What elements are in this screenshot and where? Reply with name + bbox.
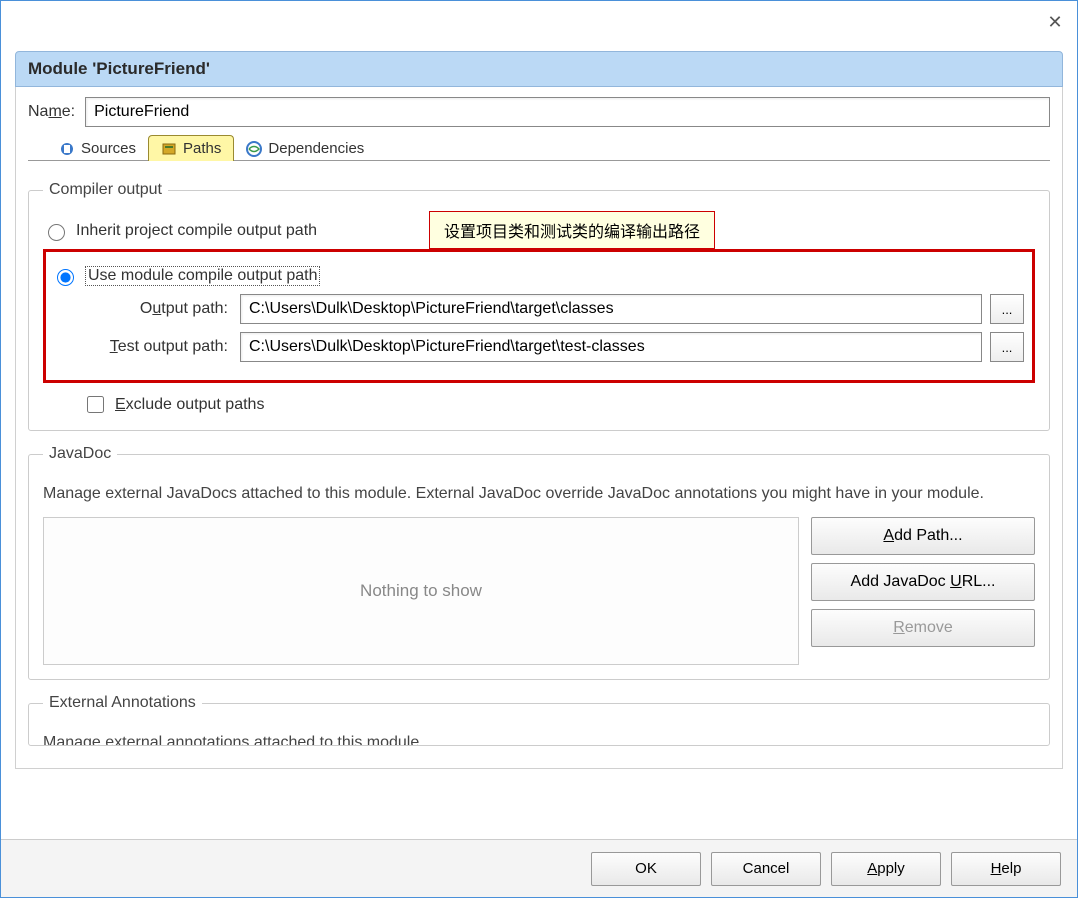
name-row: Name: xyxy=(28,97,1050,127)
annotation-callout: 设置项目类和测试类的编译输出路径 xyxy=(429,211,715,249)
use-module-radio-row[interactable]: Use module compile output path xyxy=(52,266,1024,286)
javadoc-list[interactable]: Nothing to show xyxy=(43,517,799,665)
javadoc-group: JavaDoc Manage external JavaDocs attache… xyxy=(28,445,1050,680)
javadoc-legend: JavaDoc xyxy=(43,445,117,463)
apply-button[interactable]: Apply xyxy=(831,852,941,886)
compiler-legend: Compiler output xyxy=(43,181,168,199)
test-output-path-label: Test output path: xyxy=(52,338,232,356)
output-path-input[interactable] xyxy=(240,294,982,324)
add-path-button[interactable]: Add Path... xyxy=(811,517,1035,555)
panel-title: Module 'PictureFriend' xyxy=(15,51,1063,87)
javadoc-body: Nothing to show Add Path... Add JavaDoc … xyxy=(43,517,1035,665)
output-path-row: Output path: ... xyxy=(52,294,1024,324)
dialog-content: Module 'PictureFriend' Name: Sources xyxy=(1,43,1077,773)
dependencies-icon xyxy=(246,141,262,157)
tab-dependencies[interactable]: Dependencies xyxy=(233,135,377,161)
tab-sources-label: Sources xyxy=(81,140,136,157)
exclude-label: Exclude output paths xyxy=(115,396,264,414)
use-module-label: Use module compile output path xyxy=(85,266,320,286)
tab-dependencies-label: Dependencies xyxy=(268,140,364,157)
close-icon[interactable]: ✕ xyxy=(1037,4,1073,40)
use-module-radio[interactable] xyxy=(57,269,74,286)
tabs: Sources Paths Dependencies xyxy=(46,135,1050,161)
exclude-checkbox-row[interactable]: Exclude output paths xyxy=(83,393,1035,416)
titlebar: ✕ xyxy=(1,1,1077,43)
inherit-label: Inherit project compile output path xyxy=(76,222,317,240)
ok-button[interactable]: OK xyxy=(591,852,701,886)
tab-paths-label: Paths xyxy=(183,140,221,157)
button-bar: OK Cancel Apply Help xyxy=(1,839,1077,897)
external-annotations-description: Manage external annotations attached to … xyxy=(43,732,1035,746)
tab-sources[interactable]: Sources xyxy=(46,135,149,161)
tab-content: Compiler output 设置项目类和测试类的编译输出路径 Inherit… xyxy=(28,160,1050,746)
sources-icon xyxy=(59,141,75,157)
dialog-window: ✕ Module 'PictureFriend' Name: Sources xyxy=(0,0,1078,898)
paths-icon xyxy=(161,141,177,157)
remove-button: Remove xyxy=(811,609,1035,647)
javadoc-empty-text: Nothing to show xyxy=(360,581,482,601)
help-button[interactable]: Help xyxy=(951,852,1061,886)
exclude-checkbox[interactable] xyxy=(87,396,104,413)
add-javadoc-url-button[interactable]: Add JavaDoc URL... xyxy=(811,563,1035,601)
test-output-browse-button[interactable]: ... xyxy=(990,332,1024,362)
name-label: Name: xyxy=(28,103,75,121)
name-input[interactable] xyxy=(85,97,1050,127)
test-output-path-row: Test output path: ... xyxy=(52,332,1024,362)
tab-paths[interactable]: Paths xyxy=(148,135,234,161)
compiler-output-group: Compiler output 设置项目类和测试类的编译输出路径 Inherit… xyxy=(28,181,1050,431)
external-annotations-legend: External Annotations xyxy=(43,694,202,712)
javadoc-description: Manage external JavaDocs attached to thi… xyxy=(43,483,1035,505)
panel-body: Name: Sources Paths xyxy=(15,87,1063,769)
inherit-radio[interactable] xyxy=(48,224,65,241)
highlight-box: Use module compile output path Output pa… xyxy=(43,249,1035,383)
output-browse-button[interactable]: ... xyxy=(990,294,1024,324)
cancel-button[interactable]: Cancel xyxy=(711,852,821,886)
output-path-label: Output path: xyxy=(52,300,232,318)
test-output-path-input[interactable] xyxy=(240,332,982,362)
javadoc-buttons: Add Path... Add JavaDoc URL... Remove xyxy=(811,517,1035,665)
external-annotations-group: External Annotations Manage external ann… xyxy=(28,694,1050,746)
